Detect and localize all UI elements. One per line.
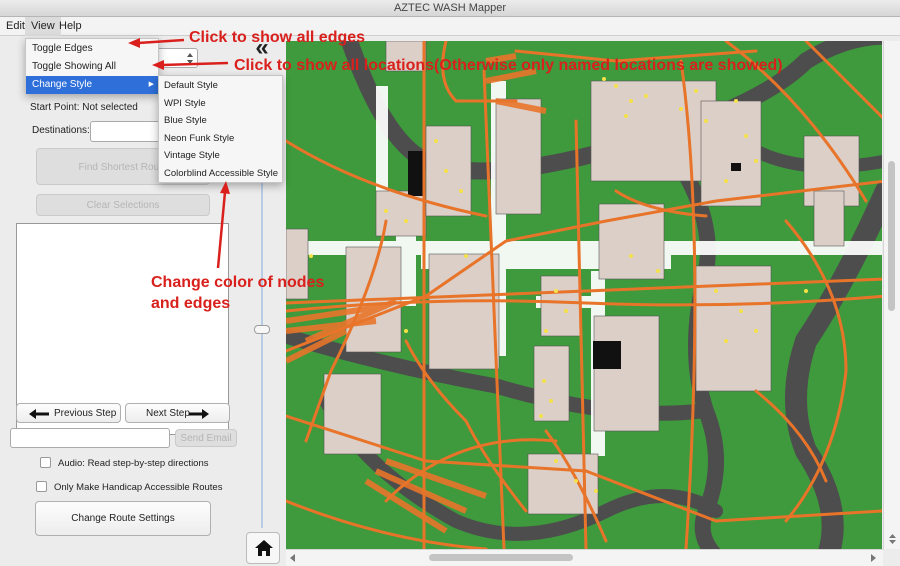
annotation-edges: Click to show all edges	[189, 29, 366, 46]
annotation-style-line2: and edges	[151, 295, 231, 312]
annotation-style-line1: Change color of nodes	[151, 274, 325, 291]
annotation-locations: Click to show all locations(Otherwise on…	[234, 57, 783, 74]
annotation-arrows	[128, 38, 230, 269]
